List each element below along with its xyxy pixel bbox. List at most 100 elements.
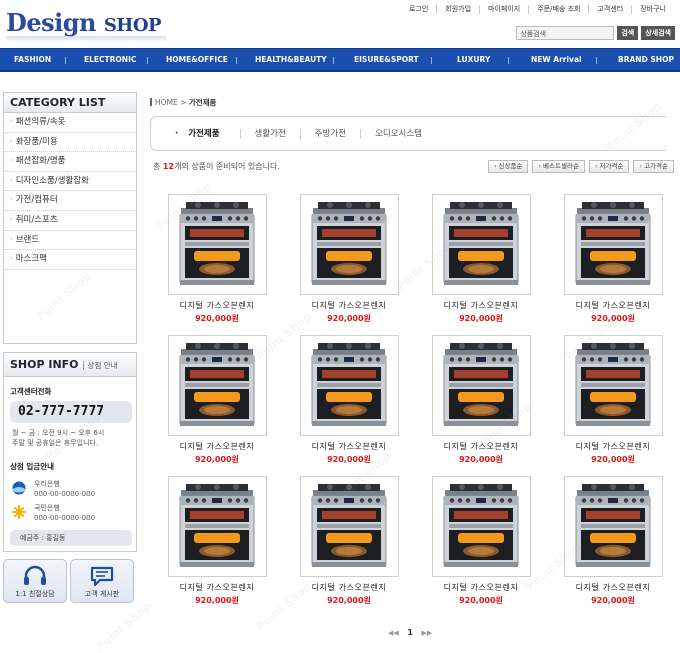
gas-oven-range-image [572,341,654,431]
product-price: 920,000원 [195,314,239,323]
product-price: 920,000원 [195,455,239,464]
product-name[interactable]: 디지털 가스오븐렌지 [556,582,670,593]
product-image[interactable] [299,194,399,295]
advanced-search-button[interactable]: 상세검색 [641,26,675,40]
nav-electronic[interactable]: ELECTRONIC [84,49,136,71]
product-name[interactable]: 디지털 가스오븐렌지 [424,441,538,452]
product-card[interactable]: 디지털 가스오븐렌지 920,000원 [292,335,406,465]
join-link[interactable]: 회원가입 [436,5,479,14]
subtab-home-appliance[interactable]: 가전제품 [171,129,240,139]
product-image[interactable] [431,335,531,436]
prev-page-icon[interactable]: ◀◀ [388,629,399,637]
product-price: 920,000원 [327,314,371,323]
bank-account: 000-00-0000-000 [34,490,96,498]
subtab-living-appliance[interactable]: 생활가전 [239,128,300,139]
product-image[interactable] [563,194,663,295]
category-item[interactable]: · 패션의류/속옷 [4,113,136,133]
search-button[interactable]: 검색 [617,26,639,40]
category-item[interactable]: · 화장품/미용 [4,133,136,153]
one-on-one-consult-button[interactable]: 1:1 친절상담 [3,559,67,603]
product-card[interactable]: 디지털 가스오븐렌지 920,000원 [160,476,274,606]
bullet-icon: · [10,117,13,127]
product-card[interactable]: 디지털 가스오븐렌지 920,000원 [556,476,670,606]
category-item[interactable]: · 디자인소품/생활잡화 [4,172,136,192]
nav-new-arrival[interactable]: NEW Arrival [531,49,582,71]
subtab-audio-system[interactable]: 오디오시스템 [360,128,436,139]
product-card[interactable]: 디지털 가스오븐렌지 920,000원 [292,194,406,324]
site-logo[interactable]: Design SHOP [6,8,162,37]
nav-fashion[interactable]: FASHION [14,49,51,71]
gas-oven-range-image [176,482,258,572]
customer-board-button[interactable]: 고객 게시판 [70,559,134,603]
count-prefix: 총 [153,162,161,171]
bullet-icon: · [10,175,13,186]
product-image[interactable] [299,476,399,577]
shop-info-header: SHOP INFO 상점 안내 [4,353,136,377]
bullet-icon: · [10,234,13,245]
shop-info-subtitle: 상점 안내 [82,361,118,370]
product-image[interactable] [563,476,663,577]
next-page-icon[interactable]: ▶▶ [421,629,432,637]
breadcrumb-home[interactable]: HOME [155,98,178,107]
category-item[interactable]: · 가전/컴퓨터 [4,191,136,211]
product-name[interactable]: 디지털 가스오븐렌지 [292,300,406,311]
product-card[interactable]: 디지털 가스오븐렌지 920,000원 [160,335,274,465]
product-card[interactable]: 디지털 가스오븐렌지 920,000원 [424,335,538,465]
product-name[interactable]: 디지털 가스오븐렌지 [160,582,274,593]
product-name[interactable]: 디지털 가스오븐렌지 [292,441,406,452]
product-name[interactable]: 디지털 가스오븐렌지 [160,441,274,452]
nav-leisure-sport[interactable]: EISURE&SPORT [354,49,419,71]
product-card[interactable]: 디지털 가스오븐렌지 920,000원 [556,194,670,324]
product-image[interactable] [431,194,531,295]
login-link[interactable]: 로그인 [401,5,436,14]
hours-line: 월 ~ 금 : 오전 9시 ~ 오후 6시 [12,429,105,437]
sort-newest-button[interactable]: 신상품순 [487,160,529,173]
sort-high-price-button[interactable]: 고가격순 [633,160,674,173]
category-item[interactable]: · 패션잡화/명품 [4,152,136,172]
product-card[interactable]: 디지털 가스오븐렌지 920,000원 [424,476,538,606]
product-name[interactable]: 디지털 가스오븐렌지 [424,582,538,593]
nav-divider [431,57,432,64]
category-list-title: CATEGORY LIST [4,93,136,113]
nav-brand-shop[interactable]: BRAND SHOP [618,49,674,71]
kb-bank-icon [12,505,26,519]
nav-health-beauty[interactable]: HEALTH&BEAUTY [255,49,327,71]
category-item[interactable]: · 브랜드 [4,231,136,251]
bank-name: 우리은행 [34,480,60,488]
bullet-icon: · [10,214,13,225]
bank-entry: 우리은행 000-00-0000-000 [12,479,132,499]
top-links: 로그인 회원가입 마이페이지 주문/배송 조회 고객센터 장바구니 [401,5,674,14]
product-image[interactable] [167,194,267,295]
cart-link[interactable]: 장바구니 [631,5,674,14]
product-name[interactable]: 디지털 가스오븐렌지 [556,441,670,452]
product-count: 총 12개의 상품이 준비되어 있습니다. [153,161,280,172]
product-name[interactable]: 디지털 가스오븐렌지 [292,582,406,593]
order-tracking-link[interactable]: 주문/배송 조회 [528,5,588,14]
product-image[interactable] [431,476,531,577]
gas-oven-range-image [440,482,522,572]
subtab-kitchen-appliance[interactable]: 주방가전 [299,128,360,139]
product-card[interactable]: 디지털 가스오븐렌지 920,000원 [292,476,406,606]
customer-center-link[interactable]: 고객센터 [588,5,631,14]
product-name[interactable]: 디지털 가스오븐렌지 [424,300,538,311]
current-page[interactable]: 1 [407,628,413,637]
search-input[interactable]: 상품검색 [516,26,615,40]
category-label: 가전/컴퓨터 [15,195,58,206]
product-image[interactable] [299,335,399,436]
product-image[interactable] [167,476,267,577]
product-card[interactable]: 디지털 가스오븐렌지 920,000원 [160,194,274,324]
nav-luxury[interactable]: LUXURY [457,49,490,71]
category-item[interactable]: · 마스크팩 [4,250,136,270]
product-image[interactable] [167,335,267,436]
product-card[interactable]: 디지털 가스오븐렌지 920,000원 [424,194,538,324]
mypage-link[interactable]: 마이페이지 [479,5,528,14]
nav-home-office[interactable]: HOME&OFFICE [166,49,228,71]
product-name[interactable]: 디지털 가스오븐렌지 [556,300,670,311]
sort-bestseller-button[interactable]: 베스트셀러순 [532,160,585,173]
product-name[interactable]: 디지털 가스오븐렌지 [160,300,274,311]
category-item[interactable]: · 취미/스포츠 [4,211,136,231]
product-card[interactable]: 디지털 가스오븐렌지 920,000원 [556,335,670,465]
gas-oven-range-image [440,200,522,290]
product-image[interactable] [563,335,663,436]
sort-low-price-button[interactable]: 저가격순 [588,160,630,173]
